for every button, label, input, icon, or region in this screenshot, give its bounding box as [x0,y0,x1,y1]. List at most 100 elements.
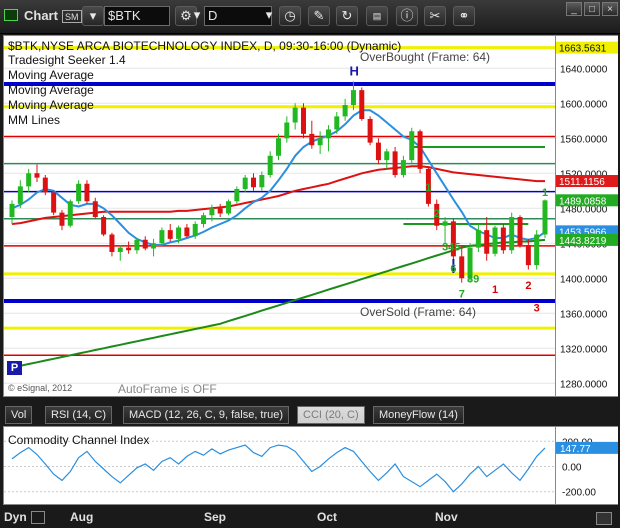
price-value-label: 1511.1156 [559,177,605,188]
window-maximize-button[interactable]: □ [584,2,600,16]
symbol-input[interactable]: $BTK [104,6,170,26]
candle-body [459,256,465,279]
candle-body [251,177,257,188]
candle-body [500,227,506,251]
dyn-toggle[interactable] [31,511,45,524]
candle-body [484,230,490,254]
price-chart-panel[interactable]: H 1 2 345 6 89 7 1 2 3 1 $BTK,NYSE ARCA BIOTECHNOL… [3,35,556,397]
candle-body [84,183,90,202]
tab-cci[interactable]: CCI (20, C) [297,406,365,424]
clock-icon[interactable]: ◷ [279,6,301,26]
candle-body [17,186,23,204]
month-label-nov: Nov [435,510,458,524]
candle-body [409,131,415,161]
candle-body [76,183,82,202]
month-label-sep: Sep [204,510,227,524]
time-axis: Dyn Aug Sep Oct Nov [0,506,620,528]
chart-header: $BTK,NYSE ARCA BIOTECHNOLOGY INDEX, D, 0… [8,39,402,53]
chevron-down-icon[interactable]: ▾ [192,6,202,26]
candle-body [492,227,498,254]
refresh-icon[interactable]: ↻ [336,6,358,26]
candle-body [109,234,115,252]
candle-body [325,129,331,139]
info-icon[interactable]: ⓘ [396,6,418,26]
candle-body [292,107,298,123]
price-tick-label: 1560.0000 [560,134,608,145]
candle-body [542,200,548,235]
cci-axis[interactable]: 200.000.00-200.00147.77 [556,426,618,505]
candle-body [375,142,381,161]
window-minimize-button[interactable]: _ [566,2,582,16]
cci-tick-label: 0.00 [562,463,582,474]
candle-body [167,230,173,239]
price-axis[interactable]: 1640.0000 1600.0000 1560.0000 1520.0000 1480… [556,35,618,397]
seeker-mark: 2 [434,208,440,220]
candle-body [59,212,65,226]
window-close-button[interactable]: × [602,2,618,16]
candle-body [176,227,182,239]
study-label-ma-3: Moving Average [8,98,94,112]
dyn-label: Dyn [4,510,27,524]
candle-body [384,151,390,161]
candle-body [359,90,365,119]
seeker-mark: 2 [525,280,531,292]
candle-body [234,189,240,202]
candle-body [259,175,265,188]
tab-moneyflow[interactable]: MoneyFlow (14) [373,406,464,424]
candle-body [309,133,315,146]
cci-title: Commodity Channel Index [8,433,150,447]
cci-line [11,444,546,493]
study-label-mm-lines: MM Lines [8,113,61,127]
link-icon[interactable]: ⚭ [453,6,475,26]
candle-body [134,239,140,251]
tab-rsi[interactable]: RSI (14, C) [45,406,113,424]
price-axis-svg: 1640.00001600.00001560.00001520.00001480… [556,41,618,390]
candle-body [51,192,57,213]
interval-dropdown-button[interactable]: ▾ [264,6,274,26]
scroll-handle[interactable] [596,512,612,525]
data-icon[interactable]: ▤ [366,6,388,26]
study-label-seeker: Tradesight Seeker 1.4 [8,53,126,67]
chart-title: Chart [24,8,58,23]
candle-body [42,177,48,193]
toolbar: Chart SM ▾ $BTK ⚙ ▾ D ▾ ◷ ✎ ↻ ▤ ⓘ ✂ ⚭ _ … [0,0,620,34]
study-label-ma-2: Moving Average [8,83,94,97]
candle-body [159,230,165,244]
candle-body [67,201,73,226]
seeker-mark: 1 [492,284,498,296]
candle-body [317,138,323,146]
overbought-label: OverBought (Frame: 64) [360,50,491,64]
candle-body [151,243,157,249]
price-tick-label: 1320.0000 [560,344,608,355]
seeker-mark: 6 [450,263,456,275]
tools-icon[interactable]: ✂ [424,6,446,26]
p-badge[interactable]: P [7,361,22,375]
chart-window-icon [4,9,18,21]
candle-body [101,217,107,235]
candle-body [226,201,232,214]
candle-body [184,227,190,237]
cci-value-label: 147.77 [560,444,591,455]
cci-panel[interactable]: Commodity Channel Index [3,426,556,505]
price-value-label: 1489.0858 [559,196,607,207]
top-value-label: 1663.5631 [559,44,607,55]
candle-body [242,177,248,189]
candle-body [117,247,123,252]
month-label-aug: Aug [70,510,94,524]
cci-axis-svg: 200.000.00-200.00147.77 [556,437,618,499]
candle-body [509,217,515,251]
candle-body [342,105,348,117]
price-tick-label: 1640.0000 [560,64,608,75]
interval-input[interactable]: D [204,6,272,26]
candle-body [92,201,98,217]
price-value-label: 1443.8219 [559,236,607,247]
pencil-icon[interactable]: ✎ [308,6,330,26]
autoframe-status: AutoFrame is OFF [118,382,217,396]
candle-body [475,230,481,248]
indicator-tabs: Vol RSI (14, C) MACD (12, 26, C, 9, fals… [3,405,618,425]
menu-dropdown-button[interactable]: ▾ [82,6,104,26]
candle-body [209,208,215,216]
tab-macd[interactable]: MACD (12, 26, C, 9, false, true) [123,406,290,424]
seeker-mark: 345 [442,241,460,253]
tab-vol[interactable]: Vol [5,406,33,424]
